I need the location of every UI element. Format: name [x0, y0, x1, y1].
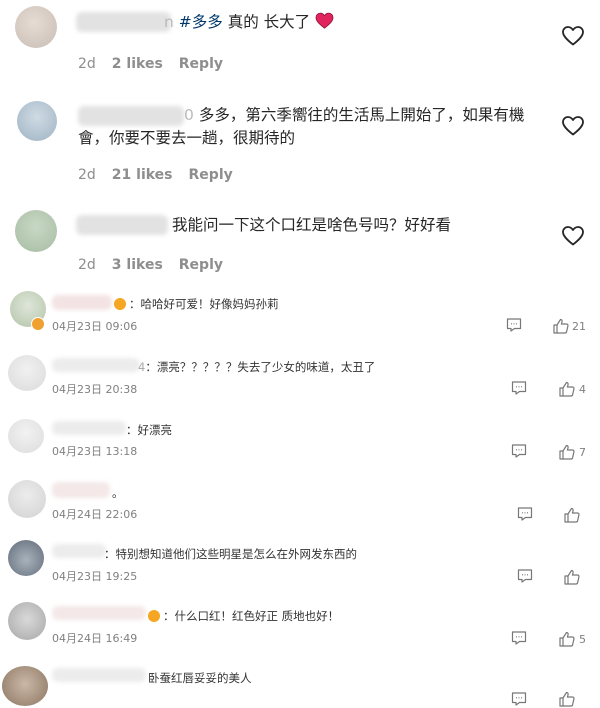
comment-bubble-icon[interactable]: [510, 442, 528, 460]
comment-meta: 2d 21 likes Reply: [78, 167, 233, 183]
username-tail: n: [164, 13, 174, 31]
avatar[interactable]: [8, 602, 46, 640]
reply-button[interactable]: Reply: [179, 56, 223, 72]
thumbs-up-icon[interactable]: [558, 380, 576, 398]
emoji-badge-icon: [148, 610, 160, 622]
username-redacted[interactable]: [52, 358, 140, 372]
comment-body-line2: 會，你要不要去一趟，很期待的: [78, 129, 296, 147]
comment-body: ：哈哈好可爱！好像妈妈孙莉: [129, 297, 279, 311]
username-redacted[interactable]: [52, 482, 110, 498]
comment-time: 04月24日 22:06: [52, 508, 138, 521]
avatar[interactable]: [8, 480, 46, 518]
comment-text: ：哈哈好可爱！好像妈妈孙莉: [114, 296, 279, 312]
comment-bubble-icon[interactable]: [505, 316, 523, 334]
avatar[interactable]: [2, 666, 48, 706]
comment-time: 2d: [78, 56, 96, 72]
comment-time: 2d: [78, 257, 96, 273]
username-tail: 0: [184, 106, 194, 124]
thumbs-up-icon[interactable]: [563, 568, 581, 586]
username-redacted[interactable]: [52, 421, 126, 435]
like-count: 7: [579, 446, 586, 459]
thumbs-up-icon[interactable]: [558, 690, 576, 708]
likes-count[interactable]: 21 likes: [112, 167, 173, 183]
thumbs-up-icon[interactable]: [563, 506, 581, 524]
comment-bubble-icon[interactable]: [510, 629, 528, 647]
avatar[interactable]: [8, 419, 44, 453]
username-redacted[interactable]: [52, 668, 146, 682]
heart-outline-icon[interactable]: [561, 114, 585, 138]
comment-body: ：漂亮？？？？？失去了少女的味道，太丑了: [145, 360, 376, 374]
hashtag-link[interactable]: #多多: [179, 13, 223, 31]
comment-body: 真的 长大了: [222, 13, 311, 31]
comment-meta: 2d 3 likes Reply: [78, 257, 223, 273]
avatar[interactable]: [15, 210, 57, 252]
likes-count[interactable]: 2 likes: [112, 56, 163, 72]
comment-body: ：什么口红！红色好正 质地也好！: [163, 609, 340, 623]
comment-time: 04月24日 16:49: [52, 632, 138, 645]
comment-body: 我能问一下这个口红是啥色号吗？好好看: [172, 216, 452, 234]
reply-button[interactable]: Reply: [179, 257, 223, 273]
username-redacted[interactable]: [76, 12, 171, 32]
like-count: 4: [579, 383, 586, 396]
comment-body: ：特别想知道他们这些明星是怎么在外网发东西的: [104, 547, 357, 561]
comment-body: 卧蚕红唇妥妥的美人: [148, 671, 252, 685]
emoji-badge-icon: [114, 298, 126, 310]
avatar[interactable]: [17, 101, 57, 141]
likes-count[interactable]: 3 likes: [112, 257, 163, 273]
comment-bubble-icon[interactable]: [510, 690, 528, 708]
comment-body: ：好漂亮: [126, 423, 172, 437]
username-redacted[interactable]: [52, 544, 106, 558]
avatar[interactable]: [8, 540, 44, 576]
comment-text: 4：漂亮？？？？？失去了少女的味道，太丑了: [138, 359, 375, 375]
comment-time: 04月23日 19:25: [52, 570, 138, 583]
comment-time: 04月23日 13:18: [52, 445, 138, 458]
comment-text: n #多多 真的 长大了: [164, 11, 334, 34]
reply-button[interactable]: Reply: [189, 167, 233, 183]
avatar[interactable]: [15, 6, 57, 48]
thumbs-up-icon[interactable]: [558, 630, 576, 648]
verified-badge-icon: [31, 317, 45, 331]
username-redacted[interactable]: [52, 606, 146, 620]
like-count: 21: [572, 320, 586, 333]
heart-outline-icon[interactable]: [561, 24, 585, 48]
comment-text: ：什么口红！红色好正 质地也好！: [148, 608, 339, 624]
username-redacted[interactable]: [76, 215, 168, 235]
red-heart-emoji-icon: [315, 12, 334, 29]
comment-body-line1: 多多，第六季嚮往的生活馬上開始了，如果有機: [198, 106, 525, 124]
thumbs-up-icon[interactable]: [552, 317, 570, 335]
comment-time: 04月23日 20:38: [52, 383, 138, 396]
like-count: 5: [579, 633, 586, 646]
comment-time: 2d: [78, 167, 96, 183]
comment-bubble-icon[interactable]: [510, 379, 528, 397]
comment-time: 04月23日 09:06: [52, 320, 138, 333]
comment-meta: 2d 2 likes Reply: [78, 56, 223, 72]
avatar[interactable]: [8, 355, 46, 391]
heart-outline-icon[interactable]: [561, 224, 585, 248]
comment-body: 。: [112, 486, 124, 500]
thumbs-up-icon[interactable]: [558, 443, 576, 461]
comment-text: 0 多多，第六季嚮往的生活馬上開始了，如果有機 會，你要不要去一趟，很期待的: [78, 104, 558, 150]
username-redacted[interactable]: [52, 295, 112, 310]
comment-bubble-icon[interactable]: [516, 505, 534, 523]
comment-bubble-icon[interactable]: [516, 567, 534, 585]
